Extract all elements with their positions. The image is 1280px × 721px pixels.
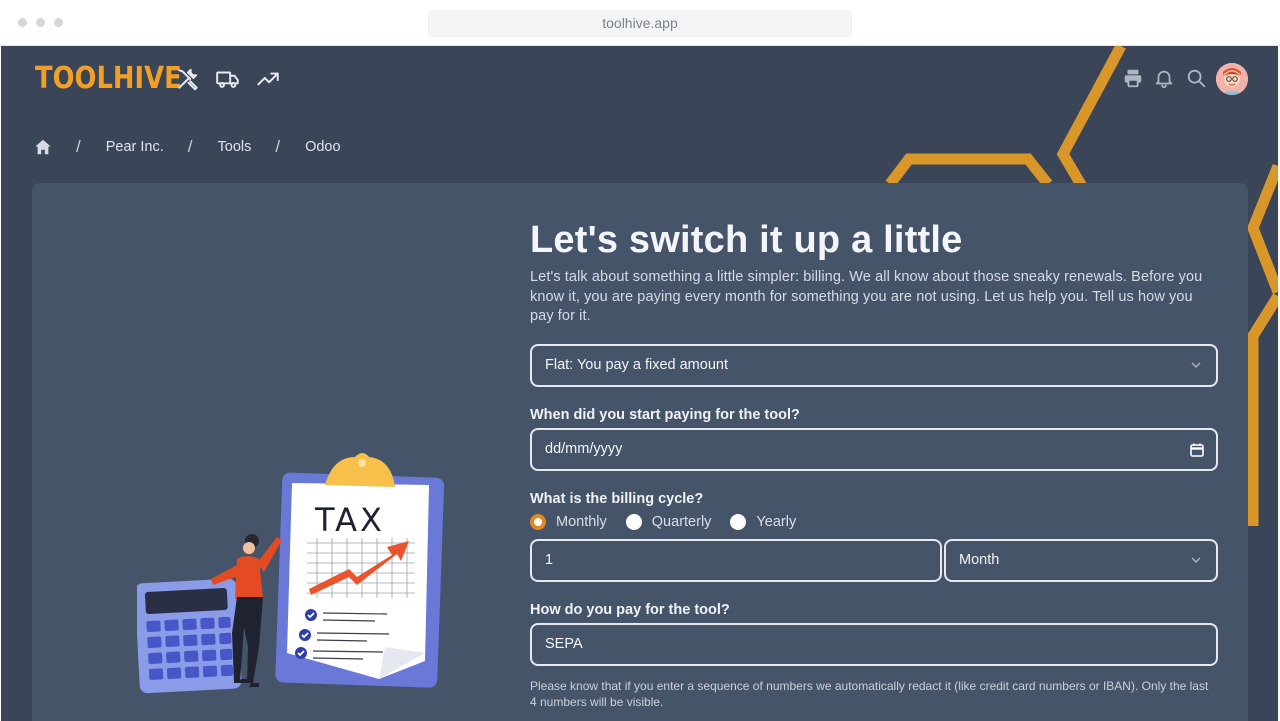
chevron-down-icon: [1190, 359, 1202, 371]
payment-note: Please know that if you enter a sequence…: [530, 678, 1209, 709]
payment-method-value: SEPA: [545, 636, 583, 652]
breadcrumb-separator: /: [187, 137, 193, 156]
breadcrumb-item-company[interactable]: Pear Inc.: [106, 139, 164, 155]
radio-quarterly-circle[interactable]: [625, 513, 642, 530]
breadcrumb-item-tools[interactable]: Tools: [218, 139, 252, 155]
breadcrumb-separator: /: [275, 137, 281, 156]
cycle-unit-value: Month: [959, 552, 1000, 568]
billing-form: Let's switch it up a little Let's talk a…: [530, 219, 1218, 710]
radio-yearly[interactable]: Yearly: [730, 513, 797, 530]
printer-icon[interactable]: [1122, 67, 1144, 89]
trending-up-icon[interactable]: [255, 66, 281, 92]
radio-monthly[interactable]: Monthly: [530, 513, 607, 530]
start-date-input[interactable]: dd/mm/yyyy: [530, 427, 1218, 471]
payment-method-label: How do you pay for the tool?: [530, 601, 730, 618]
browser-chrome: toolhive.app: [0, 0, 1280, 46]
cycle-unit-select[interactable]: Month: [944, 538, 1218, 582]
window-maximize-dot[interactable]: [54, 18, 63, 27]
tax-illustration: TAX: [137, 453, 445, 694]
window-close-dot[interactable]: [18, 18, 27, 27]
home-icon[interactable]: [34, 138, 52, 156]
tax-text: TAX: [314, 501, 385, 539]
payment-method-input[interactable]: SEPA: [530, 622, 1218, 666]
radio-yearly-label: Yearly: [756, 513, 797, 530]
bell-icon[interactable]: [1153, 67, 1175, 89]
radio-monthly-circle[interactable]: [530, 513, 546, 530]
search-icon[interactable]: [1185, 67, 1207, 89]
breadcrumb-item-current-tool: Odoo: [305, 139, 341, 155]
radio-quarterly[interactable]: Quarterly: [625, 513, 712, 530]
avatar[interactable]: [1216, 63, 1248, 95]
radio-monthly-label: Monthly: [556, 513, 607, 530]
pricing-model-select[interactable]: Flat: You pay a fixed amount: [530, 343, 1218, 387]
url-bar[interactable]: toolhive.app: [428, 10, 852, 37]
billing-cycle-row: 1 Month: [530, 538, 1218, 582]
breadcrumb-separator: /: [76, 137, 81, 156]
billing-cycle-radio-group: Monthly Quarterly Yearly: [530, 513, 1218, 530]
window-minimize-dot[interactable]: [36, 18, 45, 27]
truck-icon[interactable]: [215, 66, 241, 92]
chevron-down-icon: [1190, 554, 1202, 566]
app-logo[interactable]: TOOLHIVE: [35, 60, 182, 96]
start-date-placeholder: dd/mm/yyyy: [545, 441, 623, 457]
page-title: Let's switch it up a little: [530, 219, 963, 261]
radio-quarterly-label: Quarterly: [651, 513, 712, 530]
pricing-model-value: Flat: You pay a fixed amount: [545, 357, 728, 373]
app-window: TOOLHIVE / Pear Inc. / Tools / Odoo TAX …: [1, 46, 1278, 721]
intro-text: Let's talk about something a little simp…: [530, 269, 1203, 324]
radio-yearly-circle[interactable]: [730, 513, 747, 530]
window-controls: [18, 18, 63, 27]
billing-cycle-label: What is the billing cycle?: [530, 490, 704, 507]
breadcrumb: / Pear Inc. / Tools / Odoo: [34, 136, 341, 158]
cycle-amount-input[interactable]: 1: [530, 538, 942, 582]
cycle-amount-value: 1: [545, 552, 554, 568]
start-date-label: When did you start paying for the tool?: [530, 406, 800, 423]
calendar-icon[interactable]: [1189, 442, 1205, 458]
tools-icon[interactable]: [175, 66, 201, 92]
billing-card: TAX Let's switch it up a little Let's ta…: [32, 183, 1248, 721]
